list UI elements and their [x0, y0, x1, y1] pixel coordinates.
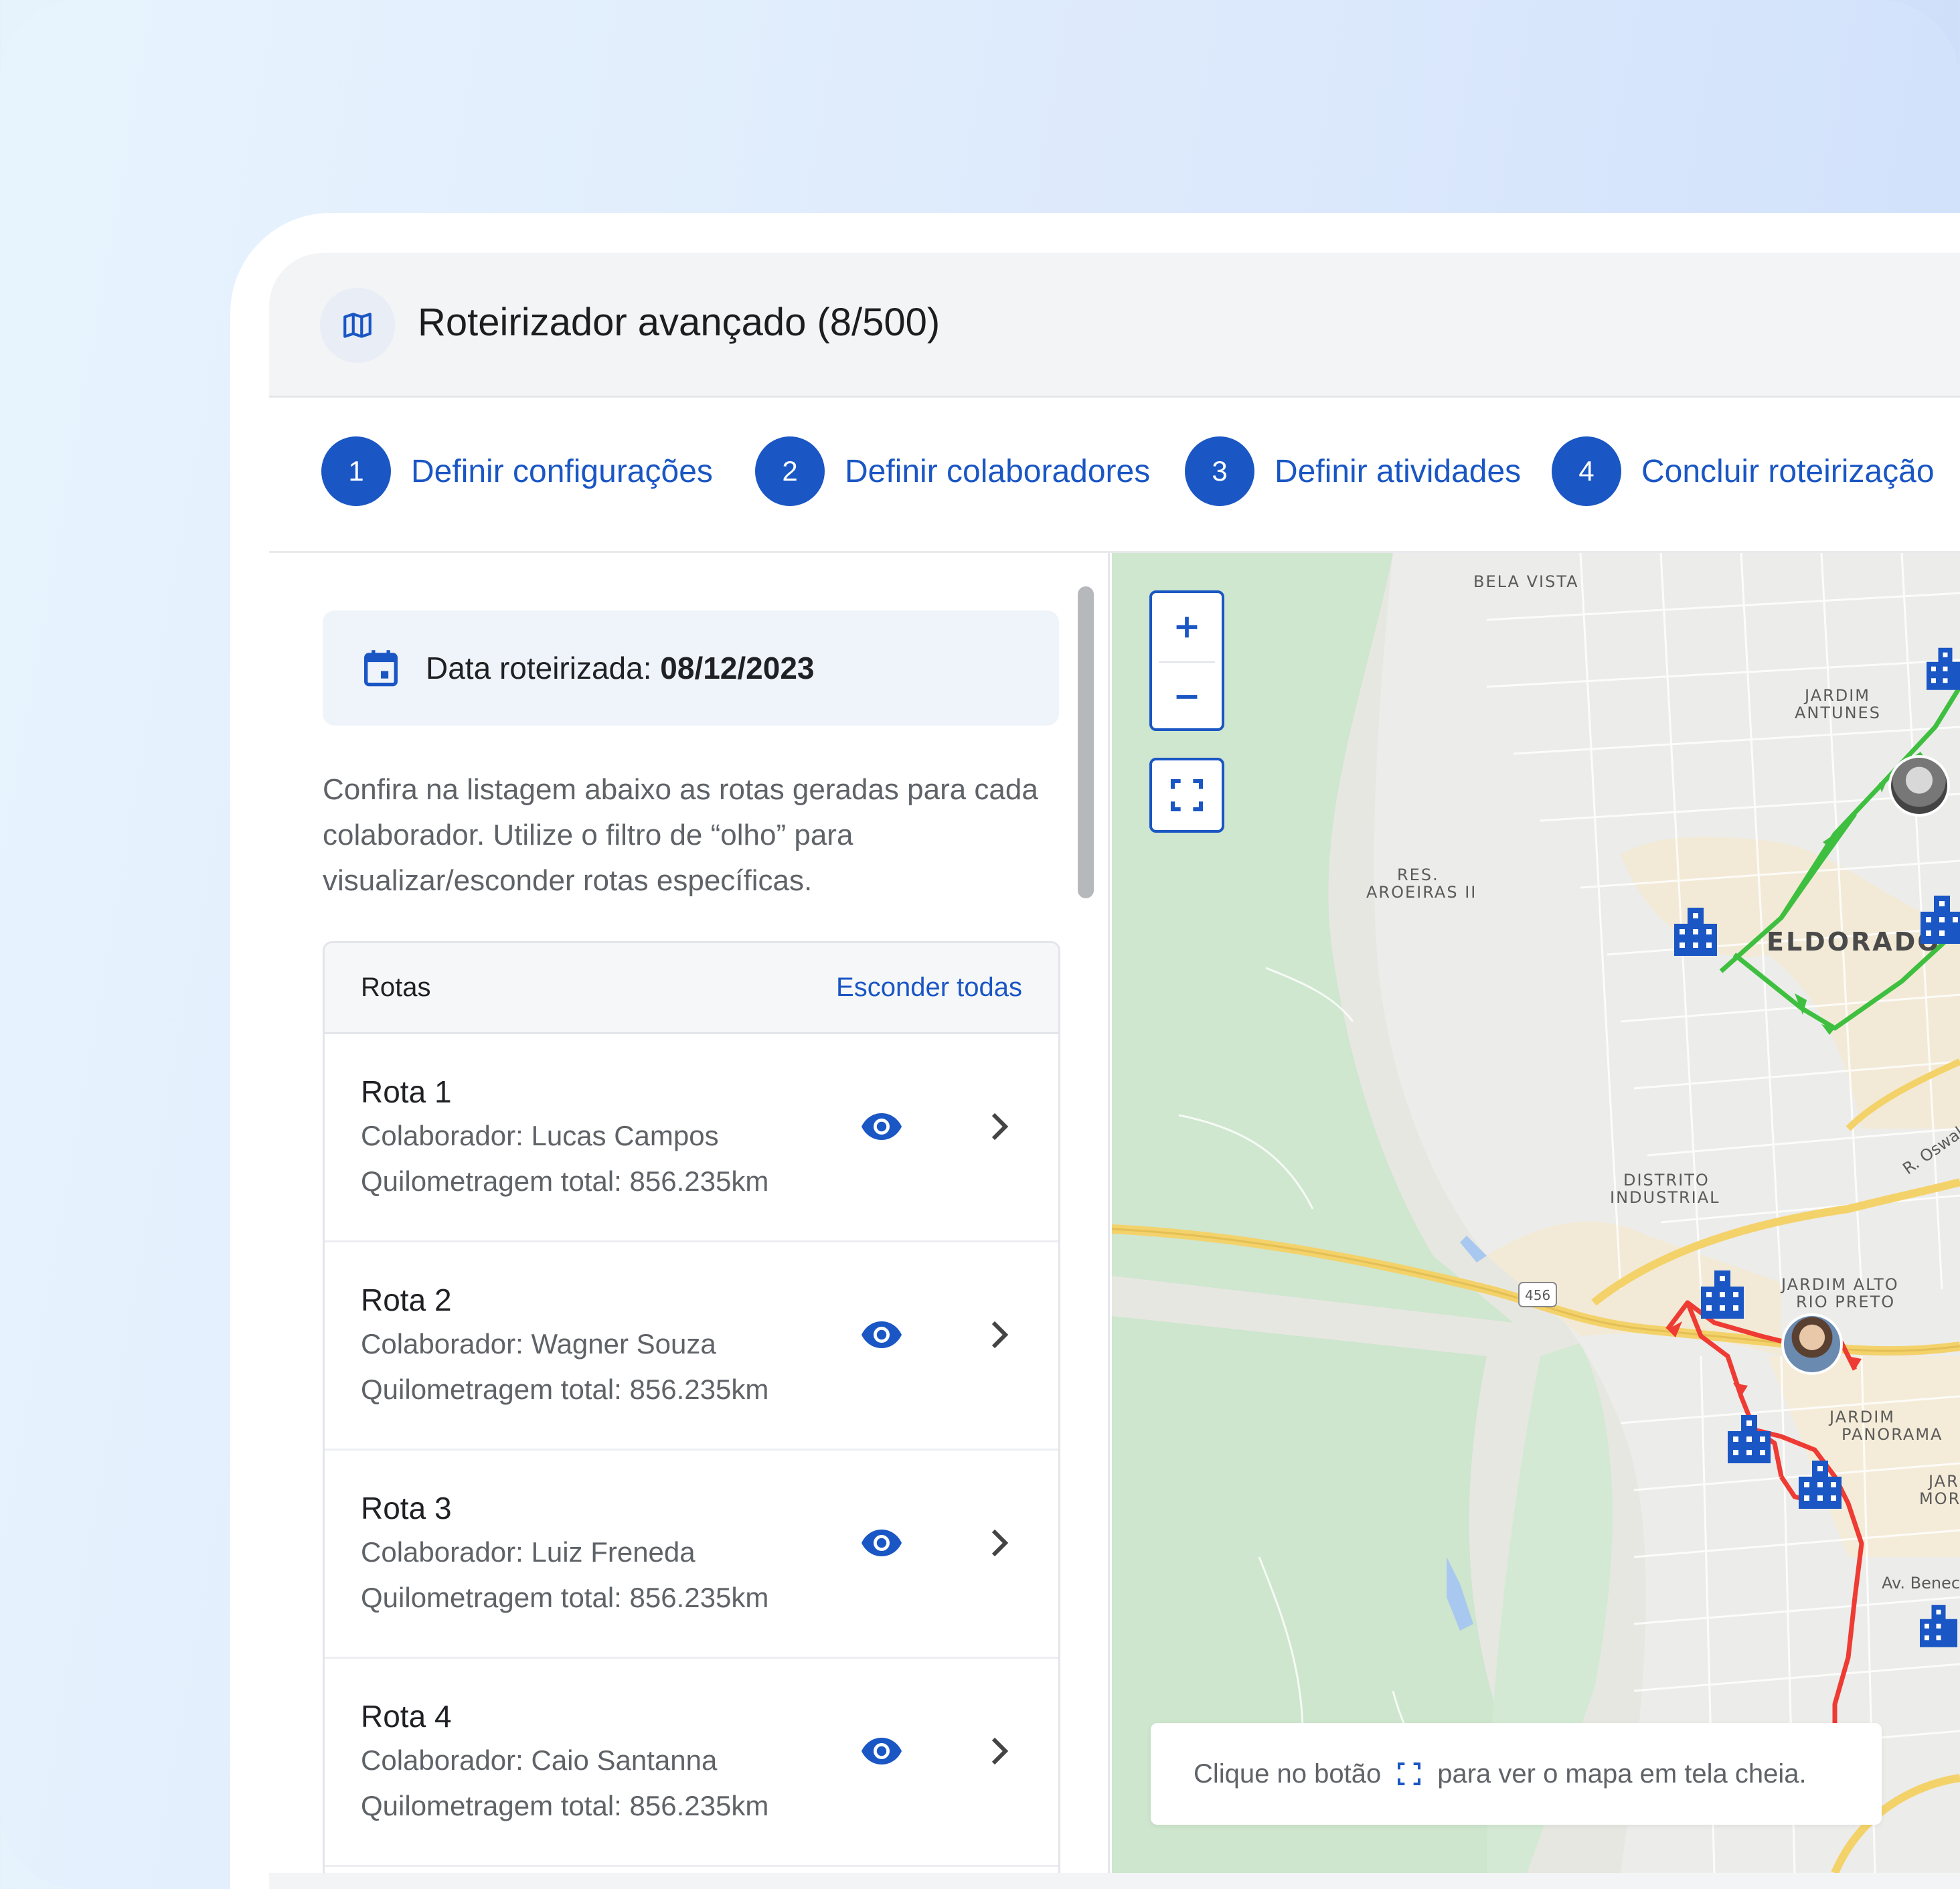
zoom-controls: [1149, 590, 1224, 731]
map-label: BELA VISTA: [1473, 572, 1579, 591]
step-number: 4: [1552, 436, 1621, 506]
eye-icon[interactable]: [860, 1112, 903, 1141]
fullscreen-icon: [1170, 778, 1204, 812]
map-label: JARDI: [1929, 1472, 1960, 1491]
fullscreen-hint: Clique no botão para ver o mapa em tela …: [1151, 1723, 1882, 1825]
date-label: Data roteirizada: 08/12/2023: [426, 650, 815, 686]
map-label: INDUSTRIAL: [1610, 1188, 1720, 1207]
date-label-text: Data roteirizada:: [426, 651, 661, 685]
map-label: RIO PRETO: [1796, 1293, 1896, 1311]
route-collaborator: Colaborador: Lucas Campos: [361, 1120, 719, 1151]
step-number: 3: [1185, 436, 1254, 506]
step-2[interactable]: 2 Definir colaboradores: [755, 436, 1150, 506]
map-label: ANTUNES: [1795, 704, 1881, 722]
route-item[interactable]: Rota 4 Colaborador: Caio Santanna Quilom…: [325, 1659, 1058, 1867]
route-distance: Quilometragem total: 856.235km: [361, 1790, 769, 1821]
page-title: Roteirizador avançado (8/500): [418, 301, 941, 344]
hint-text-before: Clique no botão: [1194, 1758, 1382, 1789]
route-name: Rota 4: [361, 1699, 452, 1734]
date-value: 08/12/2023: [660, 651, 815, 685]
zoom-out-button[interactable]: [1152, 663, 1222, 731]
stepper: 1 Definir configurações 2 Definir colabo…: [269, 398, 1960, 553]
step-label: Definir atividades: [1275, 453, 1522, 489]
chevron-right-icon[interactable]: [987, 1527, 1011, 1559]
scrollbar[interactable]: [1078, 586, 1094, 898]
map-label: MORU: [1919, 1489, 1960, 1508]
building-icon[interactable]: [1669, 900, 1722, 956]
eye-icon[interactable]: [860, 1736, 903, 1766]
chevron-right-icon[interactable]: [987, 1111, 1011, 1143]
map-icon: [320, 288, 395, 363]
chevron-right-icon[interactable]: [987, 1319, 1011, 1351]
bottom-edge: [269, 1873, 1960, 1889]
step-number: 1: [321, 436, 391, 506]
map-label: JARDIM ALTO: [1781, 1275, 1899, 1294]
building-icon[interactable]: [1915, 1597, 1960, 1648]
route-distance: Quilometragem total: 856.235km: [361, 1582, 769, 1613]
map[interactable]: BELA VISTA JARDIM ANTUNES RES. AROEIRAS …: [1112, 553, 1960, 1873]
hide-all-button[interactable]: Esconder todas: [836, 973, 1022, 1003]
map-label: DISTRITO: [1623, 1171, 1710, 1189]
chevron-right-icon[interactable]: [987, 1735, 1011, 1767]
description: Confira na listagem abaixo as rotas gera…: [323, 773, 1038, 897]
step-number: 2: [755, 436, 825, 506]
fullscreen-button[interactable]: [1149, 758, 1224, 833]
building-icon[interactable]: [1922, 640, 1960, 691]
street-label: Av. Benec: [1882, 1574, 1960, 1592]
building-icon[interactable]: [1915, 888, 1960, 944]
map-base: [1112, 553, 1960, 1873]
route-distance: Quilometragem total: 856.235km: [361, 1374, 769, 1405]
route-distance: Quilometragem total: 856.235km: [361, 1165, 769, 1197]
highway-number: 456: [1525, 1287, 1551, 1303]
step-label: Definir colaboradores: [845, 453, 1151, 489]
route-collaborator: Colaborador: Luiz Freneda: [361, 1536, 696, 1568]
map-label: RES.: [1397, 866, 1439, 884]
map-label: AROEIRAS II: [1366, 883, 1477, 902]
building-icon[interactable]: [1722, 1407, 1776, 1463]
step-label: Definir configurações: [411, 453, 713, 489]
routes-panel: Data roteirizada: 08/12/2023 Confira na …: [269, 553, 1110, 1873]
map-label: JARDIM: [1805, 686, 1871, 705]
building-icon[interactable]: [1793, 1453, 1847, 1509]
building-icon[interactable]: [1696, 1262, 1749, 1319]
route-collaborator: Colaborador: Caio Santanna: [361, 1744, 718, 1776]
step-1[interactable]: 1 Definir configurações: [321, 436, 713, 506]
date-box: Data roteirizada: 08/12/2023: [323, 610, 1059, 726]
map-label: PANORAMA: [1842, 1425, 1943, 1444]
avatar[interactable]: [1781, 1313, 1843, 1375]
eye-icon[interactable]: [860, 1528, 903, 1558]
map-label: JARDIM: [1829, 1408, 1896, 1426]
avatar[interactable]: [1888, 755, 1950, 817]
route-collaborator: Colaborador: Wagner Souza: [361, 1328, 716, 1360]
calendar-icon: [364, 650, 398, 687]
hint-text-after: para ver o mapa em tela cheia.: [1437, 1758, 1807, 1789]
app-window: Roteirizador avançado (8/500) 1 Definir …: [269, 253, 1960, 1873]
app-header: Roteirizador avançado (8/500): [269, 253, 1960, 398]
route-name: Rota 3: [361, 1491, 452, 1526]
zoom-in-button[interactable]: [1152, 593, 1222, 661]
route-name: Rota 2: [361, 1283, 452, 1317]
routes-table: Rotas Esconder todas Rota 1 Colaborador:…: [323, 941, 1060, 1873]
step-3[interactable]: 3 Definir atividades: [1185, 436, 1521, 506]
route-name: Rota 1: [361, 1074, 452, 1109]
routes-header: Rotas Esconder todas: [325, 943, 1058, 1034]
step-label: Concluir roteirização: [1641, 453, 1935, 489]
route-item[interactable]: Rota 2 Colaborador: Wagner Souza Quilome…: [325, 1242, 1058, 1451]
step-4[interactable]: 4 Concluir roteirização: [1552, 436, 1935, 506]
route-item[interactable]: Rota 3 Colaborador: Luiz Freneda Quilome…: [325, 1451, 1058, 1659]
routes-title: Rotas: [361, 973, 431, 1002]
fullscreen-icon: [1398, 1762, 1421, 1785]
eye-icon[interactable]: [860, 1320, 903, 1349]
route-item[interactable]: Rota 1 Colaborador: Lucas Campos Quilome…: [325, 1034, 1058, 1242]
